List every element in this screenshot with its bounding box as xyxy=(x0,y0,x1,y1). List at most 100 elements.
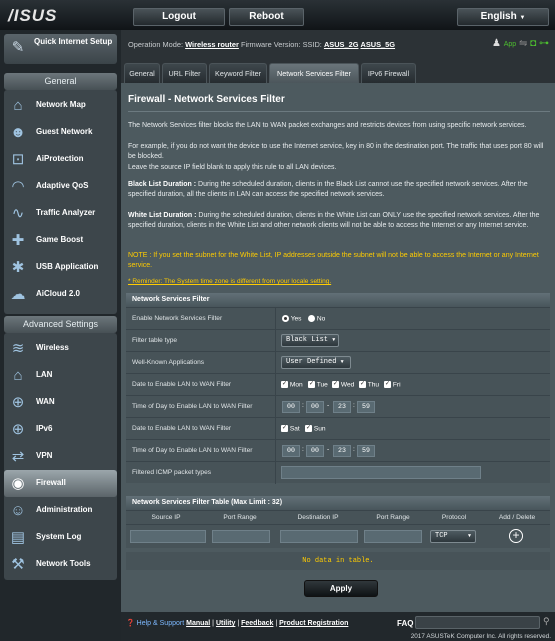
enable-filter-row: Enable Network Services Filter Yes No xyxy=(126,307,550,330)
sidebar-item-network-map[interactable]: ⌂ Network Map xyxy=(4,92,117,119)
enable-filter-label: Enable Network Services Filter xyxy=(132,315,223,322)
day-fri-checkbox[interactable]: ✓ Fri xyxy=(384,381,401,388)
col-destination-port: Port Range xyxy=(376,514,410,521)
day-tue-checkbox[interactable]: ✓ Tue xyxy=(308,381,328,388)
sidebar-item-game-boost[interactable]: ✚ Game Boost xyxy=(4,227,117,254)
well-known-apps-value: User Defined xyxy=(286,358,337,366)
sidebar-item-label: USB Application xyxy=(36,262,99,271)
reboot-button[interactable]: Reboot xyxy=(229,8,304,26)
sidebar-item-aicloud[interactable]: ☁ AiCloud 2.0 xyxy=(4,281,117,308)
sidebar-item-aiprotection[interactable]: ⊡ AiProtection xyxy=(4,146,117,173)
sidebar-item-traffic-analyzer[interactable]: ∿ Traffic Analyzer xyxy=(4,200,117,227)
language-select[interactable]: English ▼ xyxy=(457,8,549,26)
content-panel: Firewall - Network Services Filter The N… xyxy=(121,83,555,641)
weekend-date-row: Date to Enable LAN to WAN Filter ✓ Sat ✓… xyxy=(126,417,550,440)
ssid-5g-link[interactable]: ASUS_5G xyxy=(361,40,396,49)
weekday-end-minute-input[interactable]: 59 xyxy=(357,401,375,413)
weekday-start-minute-input[interactable]: 00 xyxy=(306,401,324,413)
apply-button[interactable]: Apply xyxy=(304,580,378,597)
time-colon: : xyxy=(353,446,355,453)
lan-icon: ⌂ xyxy=(13,367,23,384)
sidebar-item-wireless[interactable]: ≋ Wireless xyxy=(4,335,117,362)
day-sun-checkbox[interactable]: ✓ Sun xyxy=(305,425,326,432)
chevron-down-icon: ▼ xyxy=(340,359,344,365)
weekday-start-hour-input[interactable]: 00 xyxy=(282,401,300,413)
radio-selected-icon xyxy=(282,315,289,322)
icmp-input[interactable] xyxy=(281,466,481,479)
ssid-2g-link[interactable]: ASUS_2G xyxy=(324,40,359,49)
timezone-reminder-link[interactable]: * Reminder: The System time zone is diff… xyxy=(128,278,331,285)
tab-ipv6-firewall[interactable]: IPv6 Firewall xyxy=(361,63,416,83)
yes-label: Yes xyxy=(290,315,302,323)
utility-link[interactable]: Utility xyxy=(216,620,235,627)
faq-search-input[interactable] xyxy=(415,616,540,629)
description-2: For example, if you do not want the devi… xyxy=(128,143,544,160)
destination-ip-input[interactable] xyxy=(280,530,358,543)
gamepad-icon: ✚ xyxy=(11,232,25,249)
white-list-label: White List Duration : xyxy=(128,212,197,219)
well-known-apps-row: Well-Known Applications User Defined ▼ xyxy=(126,351,550,374)
destination-port-input[interactable] xyxy=(364,530,422,543)
filter-type-select[interactable]: Black List ▼ xyxy=(281,334,339,347)
sidebar-item-label: AiCloud 2.0 xyxy=(36,289,81,298)
sidebar-item-label: Firewall xyxy=(36,478,66,487)
sidebar-item-usb-application[interactable]: ✱ USB Application xyxy=(4,254,117,281)
rules-table-header: Network Services Filter Table (Max Limit… xyxy=(126,496,550,510)
day-mon-checkbox[interactable]: ✓ Mon xyxy=(281,381,303,388)
sidebar-item-label: Guest Network xyxy=(36,127,93,136)
weekday-end-hour-input[interactable]: 23 xyxy=(333,401,351,413)
language-label: English xyxy=(480,11,517,22)
traffic-chart-icon: ∿ xyxy=(11,205,25,222)
sidebar-item-adaptive-qos[interactable]: ◠ Adaptive QoS xyxy=(4,173,117,200)
sidebar-item-label: Game Boost xyxy=(36,235,84,244)
sidebar-item-ipv6[interactable]: ⊕ IPv6 xyxy=(4,416,117,443)
day-label: Mon xyxy=(289,381,303,389)
sidebar-item-lan[interactable]: ⌂ LAN xyxy=(4,362,117,389)
day-wed-checkbox[interactable]: ✓ Wed xyxy=(332,381,354,388)
sidebar-item-wan[interactable]: ⊕ WAN xyxy=(4,389,117,416)
manual-link[interactable]: Manual xyxy=(186,620,210,627)
protocol-select[interactable]: TCP ▼ xyxy=(430,530,476,543)
day-label: Tue xyxy=(316,381,328,389)
feedback-link[interactable]: Feedback xyxy=(241,620,273,627)
weekend-end-minute-input[interactable]: 59 xyxy=(357,445,375,457)
add-rule-icon[interactable]: + xyxy=(509,529,523,543)
enable-filter-yes[interactable]: Yes xyxy=(282,315,301,322)
tab-network-services-filter[interactable]: Network Services Filter xyxy=(269,63,359,83)
product-registration-link[interactable]: Product Registration xyxy=(279,620,348,627)
protocol-value: TCP xyxy=(435,532,448,540)
log-icon: ▤ xyxy=(10,529,26,546)
weekend-start-minute-input[interactable]: 00 xyxy=(306,445,324,457)
weekend-end-hour-input[interactable]: 23 xyxy=(333,445,351,457)
sidebar-item-firewall[interactable]: ◉ Firewall xyxy=(4,470,117,497)
white-list-note: NOTE : If you set the subnet for the Whi… xyxy=(128,252,539,269)
operation-mode-link[interactable]: Wireless router xyxy=(185,40,239,49)
source-ip-input[interactable] xyxy=(130,530,206,543)
day-label: Fri xyxy=(392,381,401,389)
tab-url-filter[interactable]: URL Filter xyxy=(162,63,207,83)
quick-internet-setup-button[interactable]: ✎ Quick Internet Setup xyxy=(4,34,117,64)
sidebar-item-guest-network[interactable]: ☻ Guest Network xyxy=(4,119,117,146)
source-port-input[interactable] xyxy=(212,530,270,543)
well-known-apps-select[interactable]: User Defined ▼ xyxy=(281,356,351,369)
col-add-delete: Add / Delete xyxy=(498,514,536,521)
checkbox-checked-icon: ✓ xyxy=(281,425,288,432)
search-icon[interactable]: ⚲ xyxy=(543,616,550,627)
enable-filter-no[interactable]: No xyxy=(308,315,325,322)
sidebar-item-network-tools[interactable]: ⚒ Network Tools xyxy=(4,551,117,578)
tab-keyword-filter[interactable]: Keyword Filter xyxy=(209,63,267,83)
tab-general[interactable]: General xyxy=(124,63,160,83)
rules-column-headers: Source IP Port Range Destination IP Port… xyxy=(126,510,550,524)
help-icon: ❓ xyxy=(126,620,135,627)
day-thu-checkbox[interactable]: ✓ Thu xyxy=(359,381,379,388)
sidebar-item-vpn[interactable]: ⇄ VPN xyxy=(4,443,117,470)
sidebar-item-system-log[interactable]: ▤ System Log xyxy=(4,524,117,551)
sidebar-item-administration[interactable]: ☺ Administration xyxy=(4,497,117,524)
logout-button[interactable]: Logout xyxy=(133,8,225,26)
ssid-label: SSID: xyxy=(302,40,322,49)
day-label: Sun xyxy=(313,425,326,433)
firewall-icon: ◉ xyxy=(11,475,25,492)
day-sat-checkbox[interactable]: ✓ Sat xyxy=(281,425,300,432)
weekend-start-hour-input[interactable]: 00 xyxy=(282,445,300,457)
black-list-label: Black List Duration : xyxy=(128,181,197,188)
